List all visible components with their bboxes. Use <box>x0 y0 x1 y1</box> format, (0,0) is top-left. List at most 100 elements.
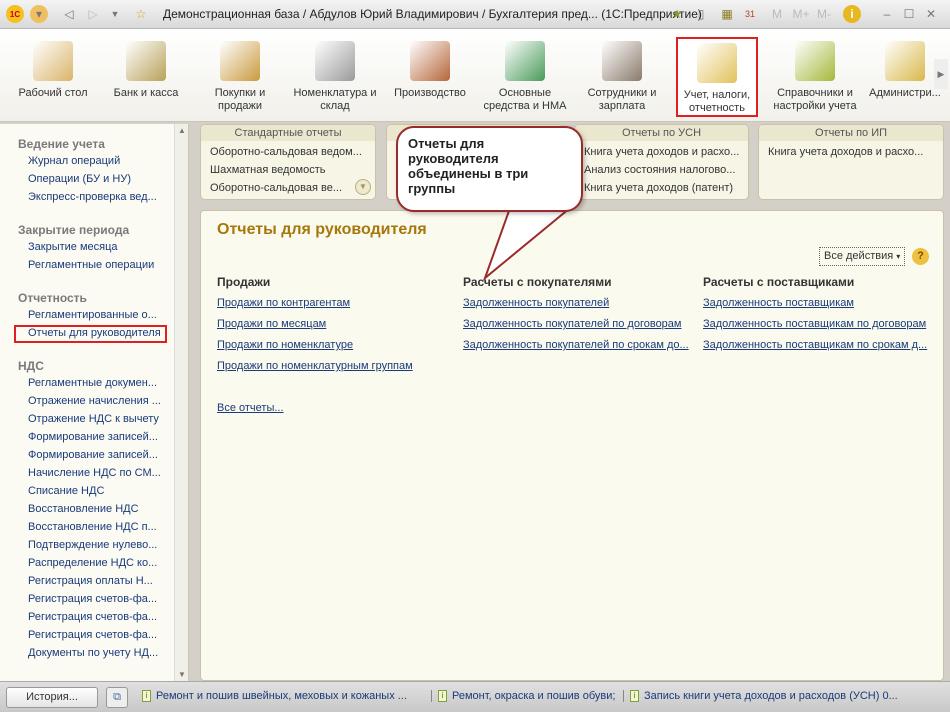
all-actions-button[interactable]: Все действия ▾ <box>819 247 906 266</box>
sidebar-item[interactable]: Регистрация счетов-фа... <box>28 629 162 641</box>
report-link[interactable]: Продажи по номенклатуре <box>217 339 353 351</box>
status-message[interactable]: i Запись книги учета доходов и расходов (… <box>623 690 898 703</box>
section-4[interactable]: Производство <box>385 37 475 100</box>
status-message-text: Ремонт, окраска и пошив обуви; <box>452 690 616 702</box>
section-label: Банк и касса <box>113 87 179 99</box>
panel-report-link[interactable]: Книга учета доходов и расхо... <box>759 143 943 161</box>
history-button[interactable]: История... <box>6 687 98 708</box>
help-button[interactable]: ? <box>912 248 929 265</box>
section-label: Покупки и продажи <box>214 87 266 112</box>
sidebar-item[interactable]: Формирование записей... <box>28 431 162 443</box>
status-message[interactable]: i Ремонт, окраска и пошив обуви; <box>431 690 616 703</box>
section-0[interactable]: Рабочий стол <box>8 37 98 100</box>
section-5[interactable]: Основные средства и НМА <box>480 37 570 113</box>
section-label: Сотрудники и зарплата <box>587 87 657 112</box>
report-link[interactable]: Задолженность покупателей по договорам <box>463 318 681 330</box>
sidebar-item[interactable]: Подтверждение нулево... <box>28 539 162 551</box>
report-link[interactable]: Задолженность поставщикам по срокам д... <box>703 339 927 351</box>
title-bar: 1C ▾ ◁ ▷ ▼ ☆ Демонстрационная база / Абд… <box>0 0 950 29</box>
section-6[interactable]: Сотрудники и зарплата <box>577 37 667 113</box>
sidebar-item[interactable]: Экспресс-проверка вед... <box>28 191 162 203</box>
sidebar-item[interactable]: Документы по учету НД... <box>28 647 162 659</box>
sidebar-item[interactable]: Регистрация оплаты Н... <box>28 575 162 587</box>
report-link[interactable]: Задолженность покупателей по срокам до..… <box>463 339 689 351</box>
maximize-icon[interactable]: ☐ <box>900 5 918 23</box>
sidebar-item[interactable]: Отчеты для руководителя <box>14 325 167 343</box>
status-message-text: Запись книги учета доходов и расходов (У… <box>644 690 898 702</box>
all-reports-link[interactable]: Все отчеты... <box>217 402 284 414</box>
memory-mminus-button[interactable]: M- <box>815 5 833 23</box>
sidebar-item[interactable]: Восстановление НДС <box>28 503 162 515</box>
minimize-icon[interactable]: – <box>878 5 896 23</box>
sidebar-item[interactable]: Закрытие месяца <box>28 241 162 253</box>
sidebar-group-title: Ведение учета <box>18 137 105 151</box>
panel-report-link[interactable]: Шахматная ведомость <box>201 161 375 179</box>
info-icon[interactable]: i <box>843 5 861 23</box>
section-2[interactable]: Покупки и продажи <box>195 37 285 113</box>
connection-icon[interactable]: ⧉ <box>106 687 128 708</box>
sidebar-item[interactable]: Отражение НДС к вычету <box>28 413 162 425</box>
report-link[interactable]: Задолженность покупателей <box>463 297 609 309</box>
bookmark-icon[interactable]: ▯ <box>692 5 710 23</box>
panel-report-link[interactable]: Оборотно-сальдовая ведом... <box>201 143 375 161</box>
sidebar-group-title: Отчетность <box>18 291 87 305</box>
scroll-right-icon[interactable]: ▶ <box>934 59 948 89</box>
1c-logo-icon[interactable]: 1C <box>6 5 24 23</box>
sidebar-item[interactable]: Регламентированные о... <box>28 309 162 321</box>
section-label: Производство <box>394 87 466 99</box>
section-icon <box>315 41 355 81</box>
memory-mplus-button[interactable]: M+ <box>792 5 810 23</box>
memory-m-button[interactable]: M <box>768 5 786 23</box>
sidebar-scrollbar[interactable]: ▲ ▼ <box>174 124 188 681</box>
report-link[interactable]: Задолженность поставщикам по договорам <box>703 318 926 330</box>
info-icon: i <box>630 690 639 703</box>
sidebar-item[interactable]: Регламентные докумен... <box>28 377 162 389</box>
sidebar-item[interactable]: Формирование записей... <box>28 449 162 461</box>
report-link[interactable]: Продажи по контрагентам <box>217 297 350 309</box>
sidebar-group-title: Закрытие периода <box>18 223 130 237</box>
panel-title: Отчеты по ИП <box>759 125 943 141</box>
close-icon[interactable]: ✕ <box>922 5 940 23</box>
expand-more-icon[interactable]: ▼ <box>355 179 371 195</box>
sidebar-item[interactable]: Распределение НДС ко... <box>28 557 162 569</box>
forward-icon[interactable]: ▷ <box>84 5 102 23</box>
panel-report-link[interactable]: Книга учета доходов (патент) <box>575 179 748 197</box>
section-8[interactable]: Справочники и настройки учета <box>770 37 860 113</box>
section-label: Учет, налоги, отчетность <box>683 89 751 114</box>
back-icon[interactable]: ◁ <box>60 5 78 23</box>
favorites-star-icon[interactable]: ☆ <box>132 5 150 23</box>
report-link[interactable]: Задолженность поставщикам <box>703 297 854 309</box>
all-actions-label: Все действия <box>824 250 894 262</box>
panel-title: Отчеты по УСН <box>575 125 748 141</box>
section-1[interactable]: Банк и касса <box>101 37 191 100</box>
sidebar-item[interactable]: Начисление НДС по СМ... <box>28 467 162 479</box>
add-favorite-icon[interactable]: ★ <box>668 5 686 23</box>
section-3[interactable]: Номенклатура и склад <box>290 37 380 113</box>
sidebar-item[interactable]: Операции (БУ и НУ) <box>28 173 162 185</box>
report-panel: Отчеты по УСН Книга учета доходов и расхо… <box>574 124 749 200</box>
status-message[interactable]: i Ремонт и пошив швейных, меховых и кожан… <box>142 690 407 703</box>
sections-panel: Рабочий стол Банк и касса Покупки и продаж… <box>0 29 950 122</box>
sidebar-item[interactable]: Регламентные операции <box>28 259 162 271</box>
calendar-icon[interactable]: 31 <box>741 5 759 23</box>
report-link[interactable]: Продажи по номенклатурным группам <box>217 360 413 372</box>
sidebar-item[interactable]: Списание НДС <box>28 485 162 497</box>
main-menu-icon[interactable]: ▾ <box>30 5 48 23</box>
panel-report-link[interactable]: Книга учета доходов и расхо... <box>575 143 748 161</box>
section-label: Номенклатура и склад <box>293 87 377 112</box>
sidebar-item[interactable]: Журнал операций <box>28 155 162 167</box>
panel-report-link[interactable]: Оборотно-сальдовая ве... <box>201 179 375 197</box>
sidebar-item[interactable]: Регистрация счетов-фа... <box>28 611 162 623</box>
sidebar-item[interactable]: Отражение начисления ... <box>28 395 162 407</box>
panel-report-link[interactable]: Анализ состояния налогово... <box>575 161 748 179</box>
report-group-title: Расчеты с поставщиками <box>703 275 855 289</box>
section-icon <box>697 43 737 83</box>
section-icon <box>505 41 545 81</box>
section-icon <box>33 41 73 81</box>
report-link[interactable]: Продажи по месяцам <box>217 318 326 330</box>
section-7[interactable]: Учет, налоги, отчетность <box>676 37 758 117</box>
sidebar-item[interactable]: Восстановление НДС п... <box>28 521 162 533</box>
calculator-icon[interactable]: ▦ <box>718 5 736 23</box>
sidebar-item[interactable]: Регистрация счетов-фа... <box>28 593 162 605</box>
history-dropdown-icon[interactable]: ▼ <box>106 5 124 23</box>
